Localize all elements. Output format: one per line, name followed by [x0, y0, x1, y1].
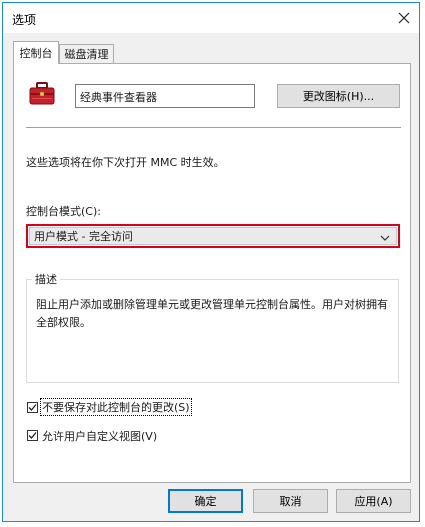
checkmark-icon: [28, 404, 37, 411]
apply-button[interactable]: 应用(A): [336, 489, 411, 513]
tab-disk-cleanup[interactable]: 磁盘清理: [59, 44, 114, 64]
window-title: 选项: [12, 13, 37, 27]
checkmark-icon: [28, 432, 37, 439]
console-tab-panel: 经典事件查看器 更改图标(H)... 这些选项将在你下次打开 MMC 时生效。 …: [13, 63, 411, 483]
ok-button[interactable]: 确定: [168, 489, 243, 513]
console-name-value: 经典事件查看器: [80, 91, 157, 104]
console-mode-selected: 用户模式 - 完全访问: [34, 230, 133, 243]
ok-button-label: 确定: [194, 495, 217, 508]
allow-custom-view-label[interactable]: 允许用户自定义视图(V): [42, 428, 157, 444]
allow-custom-view-checkbox[interactable]: [27, 430, 38, 441]
console-mode-label: 控制台模式(C):: [26, 205, 101, 218]
console-mode-select[interactable]: 用户模式 - 完全访问: [26, 224, 400, 248]
separator: [26, 127, 401, 128]
apply-button-label: 应用(A): [354, 495, 393, 508]
console-name-input[interactable]: 经典事件查看器: [75, 84, 255, 108]
title-bar: 选项: [3, 3, 419, 33]
description-title: 描述: [32, 271, 60, 287]
close-icon: [398, 12, 410, 24]
tab-console-label: 控制台: [19, 47, 53, 60]
close-button[interactable]: [393, 7, 415, 29]
change-icon-button[interactable]: 更改图标(H)...: [277, 84, 400, 108]
options-dialog: 选项 控制台 磁盘清理 经典事件查看器 更改图标(H)... 这些选项将在你下次…: [2, 2, 420, 522]
chevron-down-icon: [380, 235, 390, 241]
description-text: 阻止用户添加或删除管理单元或更改管理单元控制台属性。用户对树拥有全部权限。: [36, 298, 388, 329]
tab-disk-cleanup-label: 磁盘清理: [64, 48, 109, 61]
red-toolbox-icon: [29, 82, 55, 105]
cancel-button-label: 取消: [279, 495, 302, 508]
cancel-button[interactable]: 取消: [253, 489, 328, 513]
no-save-checkbox-label[interactable]: 不要保存对此控制台的更改(S): [40, 398, 192, 416]
no-save-checkbox[interactable]: [27, 402, 38, 413]
change-icon-button-label: 更改图标(H)...: [302, 90, 375, 103]
info-text: 这些选项将在你下次打开 MMC 时生效。: [26, 156, 225, 169]
tab-console[interactable]: 控制台: [13, 41, 59, 64]
